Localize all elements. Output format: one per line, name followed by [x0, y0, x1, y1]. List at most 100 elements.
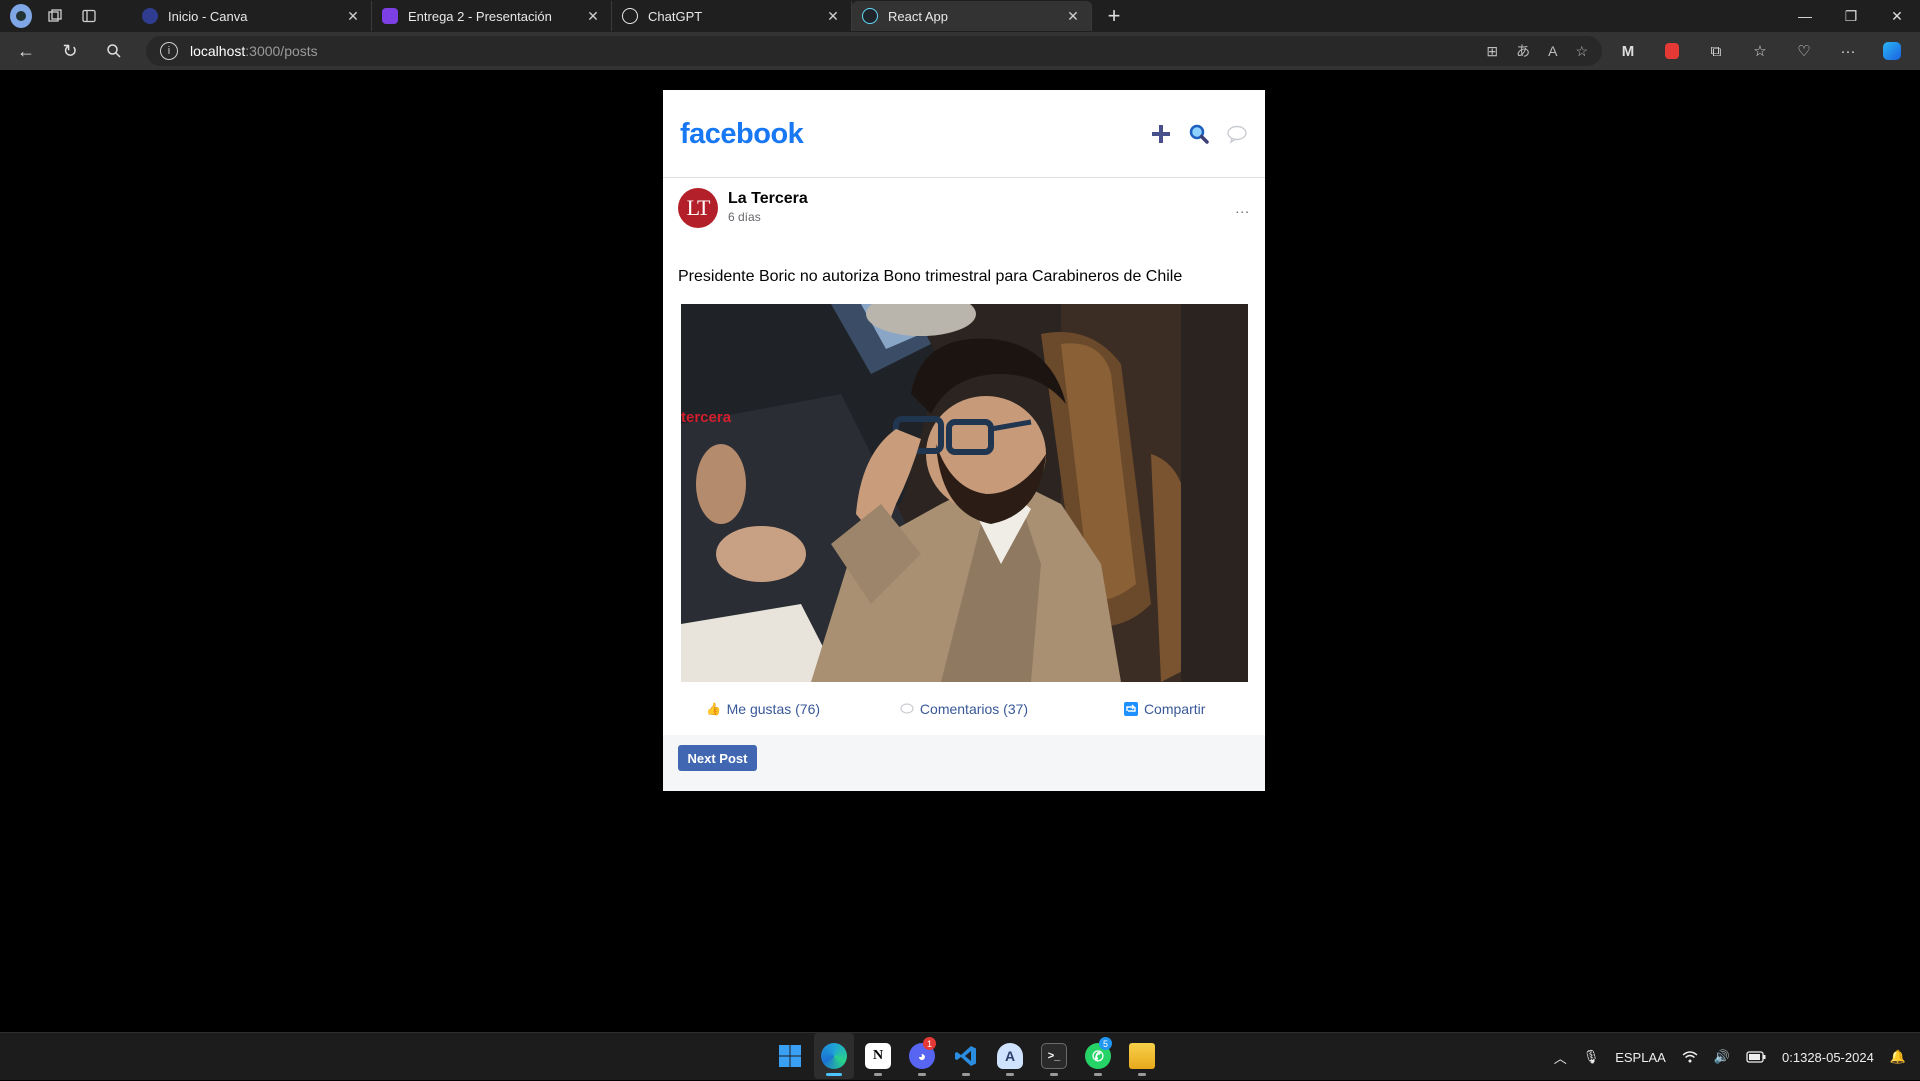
- canva-icon: [142, 8, 158, 24]
- clock-time: 0:13: [1782, 1049, 1808, 1065]
- site-info-icon[interactable]: i: [160, 42, 178, 60]
- share-icon: [1123, 702, 1138, 716]
- discord-badge: 1: [923, 1037, 936, 1050]
- post-header: LT La Tercera 6 días ...: [678, 188, 1250, 232]
- comment-label: Comentarios (37): [919, 701, 1029, 717]
- image-watermark: tercera: [681, 409, 732, 426]
- more-options-button[interactable]: ...: [1235, 200, 1250, 216]
- windows-start-icon[interactable]: [770, 1033, 810, 1079]
- discord-icon[interactable]: ◕ 1: [902, 1033, 942, 1079]
- close-tab-icon[interactable]: ✕: [825, 8, 841, 25]
- volume-icon[interactable]: 🔊: [1714, 1049, 1730, 1065]
- plus-icon[interactable]: [1149, 122, 1173, 146]
- taskbar-apps: N ◕ 1 A >_ ✆ 5: [770, 1033, 1162, 1081]
- favorites-icon[interactable]: ☆: [1742, 36, 1778, 66]
- vscode-icon[interactable]: [946, 1033, 986, 1079]
- microphone-icon[interactable]: 🎙: [1583, 1049, 1600, 1065]
- tab-bar-left-controls: [0, 0, 132, 32]
- whatsapp-icon[interactable]: ✆ 5: [1078, 1033, 1118, 1079]
- restore-icon[interactable]: ❐: [1828, 0, 1874, 32]
- language-indicator[interactable]: ESP LAA: [1615, 1050, 1666, 1065]
- browser-tab-bar: Inicio - Canva ✕ Entrega 2 - Presentació…: [0, 0, 1920, 32]
- profile-icon[interactable]: [10, 4, 32, 28]
- language-code: ESP: [1615, 1049, 1642, 1065]
- facebook-logo[interactable]: facebook: [680, 118, 804, 151]
- next-post-button[interactable]: Next Post: [678, 745, 757, 771]
- tab-title: Entrega 2 - Presentación: [408, 8, 552, 24]
- tab-canva-presentation[interactable]: Entrega 2 - Presentación ✕: [372, 1, 612, 31]
- close-window-icon[interactable]: ✕: [1874, 0, 1920, 32]
- messenger-icon[interactable]: [1225, 122, 1249, 146]
- share-label: Compartir: [1143, 701, 1206, 717]
- header-actions: [1149, 122, 1249, 146]
- canva-doc-icon: [382, 8, 398, 24]
- extensions-icon[interactable]: ⧉: [1698, 36, 1734, 66]
- notion-icon[interactable]: N: [858, 1033, 898, 1079]
- minimize-icon[interactable]: —: [1782, 0, 1828, 32]
- notifications-icon[interactable]: 🔔: [1890, 1049, 1906, 1065]
- like-button[interactable]: 👍 Me gustas (76): [663, 694, 864, 724]
- address-bar-actions: ⊞ あ A ☆: [1486, 36, 1588, 66]
- tab-react-app[interactable]: React App ✕: [852, 1, 1092, 31]
- chevron-up-icon[interactable]: ︿: [1554, 1048, 1567, 1067]
- read-aloud-icon[interactable]: A: [1548, 43, 1557, 59]
- windows-taskbar: N ◕ 1 A >_ ✆ 5 ︿ 🎙 ESP LAA 🔊 0:13 28-05-…: [0, 1032, 1920, 1080]
- facebook-post-card: facebook LT La Tercera 6 días ... Presid…: [663, 90, 1265, 791]
- post-author[interactable]: La Tercera: [728, 190, 808, 208]
- url-path: :3000/posts: [245, 43, 318, 59]
- window-controls: — ❐ ✕: [1782, 0, 1920, 32]
- url-host: localhost: [190, 43, 246, 59]
- app-icon[interactable]: A: [990, 1033, 1030, 1079]
- back-icon[interactable]: ←: [8, 36, 44, 66]
- tab-title: Inicio - Canva: [168, 8, 248, 24]
- search-icon[interactable]: [96, 36, 132, 66]
- extension-m-icon[interactable]: M: [1610, 36, 1646, 66]
- like-label: Me gustas (76): [726, 701, 821, 717]
- file-explorer-icon[interactable]: [1122, 1033, 1162, 1079]
- address-bar[interactable]: i localhost:3000/posts ⊞ あ A ☆: [146, 36, 1602, 66]
- close-tab-icon[interactable]: ✕: [1065, 8, 1081, 25]
- avatar[interactable]: LT: [678, 188, 718, 228]
- tab-title: ChatGPT: [648, 8, 703, 24]
- post-text: Presidente Boric no autoriza Bono trimes…: [678, 268, 1183, 285]
- workspaces-icon[interactable]: [44, 5, 66, 27]
- facebook-header: facebook: [663, 90, 1265, 178]
- tab-chatgpt[interactable]: ChatGPT ✕: [612, 1, 852, 31]
- thumbs-up-icon: 👍: [706, 702, 722, 716]
- terminal-icon[interactable]: >_: [1034, 1033, 1074, 1079]
- react-icon: [862, 8, 878, 24]
- battery-icon[interactable]: [1746, 1051, 1766, 1063]
- post-timestamp: 6 días: [728, 210, 761, 224]
- comment-bubble-icon: [900, 702, 914, 716]
- translate-icon[interactable]: あ: [1516, 41, 1530, 61]
- close-tab-icon[interactable]: ✕: [585, 8, 601, 25]
- post-actions: 👍 Me gustas (76) Comentarios (37) Compar…: [663, 694, 1265, 724]
- system-tray: ︿ 🎙 ESP LAA 🔊 0:13 28-05-2024 🔔: [1546, 1033, 1920, 1081]
- wifi-icon[interactable]: [1682, 1050, 1698, 1064]
- whatsapp-badge: 5: [1099, 1037, 1112, 1050]
- settings-more-icon[interactable]: ···: [1830, 36, 1866, 66]
- search-icon[interactable]: [1187, 122, 1211, 146]
- tab-canva-home[interactable]: Inicio - Canva ✕: [132, 1, 372, 31]
- favorite-star-icon[interactable]: ☆: [1575, 43, 1588, 60]
- copilot-icon[interactable]: [1874, 36, 1910, 66]
- extensions-area: M ⧉ ☆ ♡ ···: [1610, 32, 1920, 70]
- clock-date: 28-05-2024: [1807, 1049, 1874, 1065]
- app-available-icon[interactable]: ⊞: [1486, 43, 1498, 60]
- post-image[interactable]: tercera: [681, 304, 1248, 682]
- edge-icon[interactable]: [814, 1033, 854, 1079]
- close-tab-icon[interactable]: ✕: [345, 8, 361, 25]
- tab-title: React App: [888, 8, 948, 24]
- chatgpt-icon: [622, 8, 638, 24]
- vertical-tabs-icon[interactable]: [78, 5, 100, 27]
- clock[interactable]: 0:13 28-05-2024: [1782, 1050, 1874, 1065]
- comment-button[interactable]: Comentarios (37): [864, 694, 1065, 724]
- new-tab-button[interactable]: +: [1100, 2, 1128, 30]
- keyboard-layout: LAA: [1641, 1049, 1666, 1065]
- refresh-icon[interactable]: ↻: [52, 36, 88, 66]
- post-photo-illustration: tercera: [681, 304, 1248, 682]
- share-button[interactable]: Compartir: [1064, 694, 1265, 724]
- browser-toolbar: ← ↻ i localhost:3000/posts ⊞ あ A ☆ M ⧉ ☆…: [0, 32, 1920, 70]
- browser-essentials-icon[interactable]: ♡: [1786, 36, 1822, 66]
- extension-red-icon[interactable]: [1654, 36, 1690, 66]
